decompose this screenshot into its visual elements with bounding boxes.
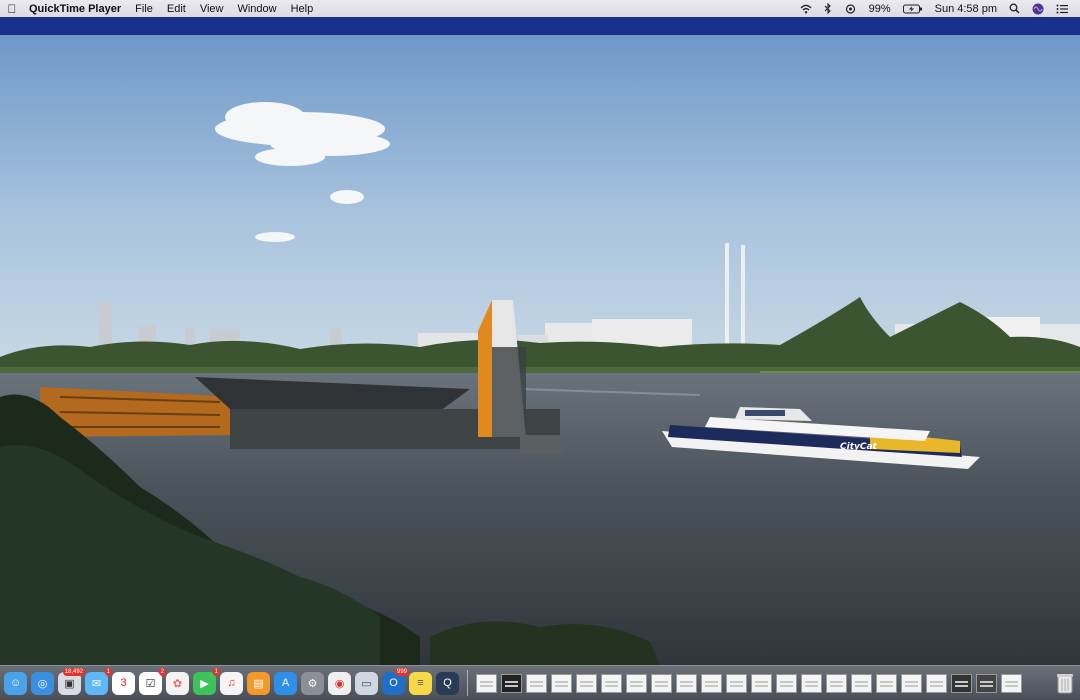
dock: ☺ ◎ ▣ 18,492 ✉ 1 3 ☑ 2 ✿ ▶ 1 ♫ ▤ A ⚙ ◉ ▭ O 99…	[0, 665, 1080, 700]
dock-document[interactable]	[851, 673, 872, 693]
notification-center-icon[interactable]	[1050, 4, 1074, 14]
airplay-icon[interactable]	[838, 3, 863, 14]
ferry-label: CityCat	[840, 442, 878, 452]
dock-document[interactable]	[526, 673, 547, 693]
dock-document[interactable]	[601, 673, 622, 693]
sky	[0, 35, 1080, 370]
wallpaper-strip	[0, 17, 1080, 35]
system-preferences-icon[interactable]: ⚙	[301, 671, 324, 695]
app-menu[interactable]: QuickTime Player	[22, 3, 128, 15]
dock-document[interactable]	[726, 673, 747, 693]
app-store-icon[interactable]: A	[274, 671, 297, 695]
menu-help[interactable]: Help	[284, 3, 321, 15]
messages-icon[interactable]: ✉ 1	[85, 667, 112, 695]
dock-document[interactable]	[876, 673, 897, 693]
dock-document[interactable]	[626, 673, 647, 693]
calendar-icon[interactable]: 3	[112, 671, 135, 695]
spotlight-icon[interactable]	[1003, 3, 1026, 14]
badge: 1	[212, 667, 220, 676]
facetime-icon[interactable]: ▶ 1	[193, 667, 220, 695]
badge: 1	[104, 667, 112, 676]
menu-view[interactable]: View	[193, 3, 231, 15]
dock-document[interactable]	[801, 673, 822, 693]
dock-document[interactable]	[926, 673, 947, 693]
menu-bar:  QuickTime Player File Edit View Window…	[0, 0, 1080, 17]
reminders-icon[interactable]: ☑ 2	[139, 667, 166, 695]
preview-icon[interactable]: ▭	[355, 671, 378, 695]
siri-icon[interactable]	[1026, 3, 1050, 15]
dock-document[interactable]	[676, 673, 697, 693]
dock-separator	[467, 670, 468, 696]
battery-percent[interactable]: 99%	[863, 3, 897, 15]
video-frame[interactable]: CityCat	[0, 17, 1080, 665]
badge: 2	[158, 667, 166, 676]
finder-icon[interactable]: ☺	[4, 671, 27, 695]
dock-document[interactable]	[651, 673, 672, 693]
menu-file[interactable]: File	[128, 3, 160, 15]
books-icon[interactable]: ▤	[247, 671, 270, 695]
dock-document[interactable]	[776, 673, 797, 693]
quicktime-icon[interactable]: Q	[436, 671, 459, 695]
dock-document[interactable]	[751, 673, 772, 693]
safari-icon[interactable]: ◎	[31, 671, 54, 695]
outlook-icon[interactable]: O 999	[382, 667, 409, 695]
wifi-icon[interactable]	[794, 4, 818, 14]
clock[interactable]: Sun 4:58 pm	[929, 3, 1003, 15]
apple-menu-icon[interactable]: 	[2, 2, 22, 16]
dock-document[interactable]	[576, 673, 597, 693]
dock-document[interactable]	[826, 673, 847, 693]
photos-icon[interactable]: ✿	[166, 671, 189, 695]
photos-library-icon[interactable]: ▣ 18,492	[58, 667, 85, 695]
menu-edit[interactable]: Edit	[160, 3, 193, 15]
dock-document[interactable]	[1001, 673, 1022, 693]
menu-window[interactable]: Window	[230, 3, 283, 15]
chrome-icon[interactable]: ◉	[328, 671, 351, 695]
badge: 999	[394, 667, 409, 676]
dock-document[interactable]	[551, 673, 572, 693]
badge: 18,492	[62, 667, 85, 676]
dock-document[interactable]	[976, 673, 997, 693]
battery-icon[interactable]	[897, 4, 929, 14]
dock-document[interactable]	[501, 673, 522, 693]
music-icon[interactable]: ♫	[220, 671, 243, 695]
dock-document[interactable]	[951, 673, 972, 693]
dock-document[interactable]	[476, 673, 497, 693]
dock-document[interactable]	[901, 673, 922, 693]
notes-icon[interactable]: ≡	[409, 671, 432, 695]
trash-icon[interactable]	[1054, 671, 1076, 695]
dock-document[interactable]	[701, 673, 722, 693]
bluetooth-icon[interactable]	[818, 3, 838, 14]
